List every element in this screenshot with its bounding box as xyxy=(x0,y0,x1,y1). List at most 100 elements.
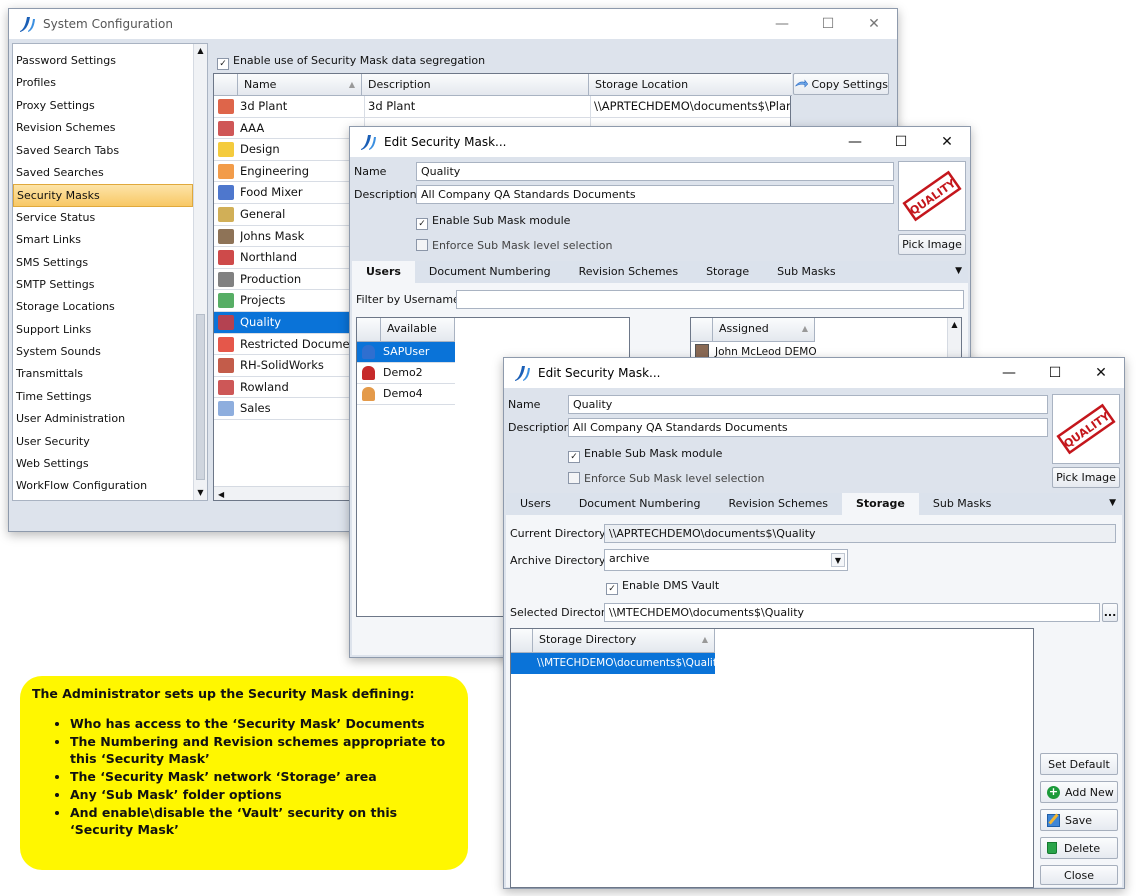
grid-corner xyxy=(214,74,238,96)
enforce-sub-mask-checkbox[interactable]: Enforce Sub Mask level selection xyxy=(416,239,612,252)
scroll-up-arrow-icon[interactable]: ▲ xyxy=(948,318,961,332)
column-header-assigned[interactable]: Assigned ▲ xyxy=(713,318,815,342)
enable-dms-vault-checkbox[interactable]: ✓ Enable DMS Vault xyxy=(606,579,719,595)
sidebar-scrollbar[interactable]: ▲ ▼ xyxy=(193,44,207,500)
selected-directory-field[interactable]: \\MTECHDEMO\documents$\Quality xyxy=(604,603,1100,622)
sidebar-item-sms-settings[interactable]: SMS Settings xyxy=(13,252,193,274)
sidebar-item-time-settings[interactable]: Time Settings xyxy=(13,386,193,408)
name-field[interactable]: Quality xyxy=(416,162,894,181)
edit-mask-storage-titlebar[interactable]: Edit Security Mask... — ☐ ✕ xyxy=(504,358,1124,388)
checkbox-check-icon[interactable]: ✓ xyxy=(416,218,428,230)
sidebar-item-transmittals[interactable]: Transmittals xyxy=(13,363,193,385)
list-item[interactable]: Demo4 xyxy=(357,384,455,405)
sidebar-item-service-status[interactable]: Service Status xyxy=(13,207,193,229)
sort-ascending-icon: ▲ xyxy=(348,80,355,89)
tab-revision-schemes[interactable]: Revision Schemes xyxy=(565,261,692,283)
maximize-button[interactable]: ☐ xyxy=(878,127,924,157)
list-item[interactable]: Demo2 xyxy=(357,363,455,384)
user-name: Demo2 xyxy=(383,366,423,379)
sidebar-item-profiles[interactable]: Profiles xyxy=(13,72,193,94)
enforce-sub-mask-checkbox[interactable]: Enforce Sub Mask level selection xyxy=(568,472,764,485)
set-default-button[interactable]: Set Default xyxy=(1040,753,1118,775)
sidebar-item-saved-searches[interactable]: Saved Searches xyxy=(13,162,193,184)
mask-name-cell: AAA xyxy=(240,120,265,135)
save-button[interactable]: Save xyxy=(1040,809,1118,831)
enable-sub-mask-checkbox[interactable]: ✓ Enable Sub Mask module xyxy=(416,214,570,230)
tab-revision-schemes[interactable]: Revision Schemes xyxy=(715,493,842,515)
column-header-storage-location[interactable]: Storage Location xyxy=(589,74,792,96)
enable-security-mask-checkbox[interactable]: ✓ Enable use of Security Mask data segreg… xyxy=(217,54,485,70)
sidebar-item-smtp-settings[interactable]: SMTP Settings xyxy=(13,274,193,296)
name-field[interactable]: Quality xyxy=(568,395,1048,414)
scroll-up-arrow-icon[interactable]: ▲ xyxy=(194,44,207,58)
sidebar-item-support-links[interactable]: Support Links xyxy=(13,319,193,341)
checkbox-empty-icon[interactable] xyxy=(568,472,580,484)
table-row[interactable]: \\MTECHDEMO\documents$\Quality xyxy=(511,653,723,674)
close-button[interactable]: ✕ xyxy=(924,127,970,157)
enable-sub-mask-checkbox[interactable]: ✓ Enable Sub Mask module xyxy=(568,447,722,463)
add-new-button[interactable]: + Add New xyxy=(1040,781,1118,803)
close-button[interactable]: ✕ xyxy=(851,9,897,39)
tab-document-numbering[interactable]: Document Numbering xyxy=(565,493,715,515)
checkbox-check-icon[interactable]: ✓ xyxy=(217,58,229,70)
archive-directory-select[interactable]: archive ▼ xyxy=(604,549,848,571)
minimize-button[interactable]: — xyxy=(832,127,878,157)
scroll-left-arrow-icon[interactable]: ◀ xyxy=(218,490,224,499)
sidebar-item-password-settings[interactable]: Password Settings xyxy=(13,50,193,72)
user-name: Demo4 xyxy=(383,387,423,400)
tab-storage[interactable]: Storage xyxy=(692,261,763,283)
sidebar-item-storage-locations[interactable]: Storage Locations xyxy=(13,296,193,318)
sidebar-item-user-administration[interactable]: User Administration xyxy=(13,408,193,430)
delete-button[interactable]: Delete xyxy=(1040,837,1118,859)
tab-users[interactable]: Users xyxy=(506,493,565,515)
tab-overflow-arrow-icon[interactable]: ▼ xyxy=(1109,498,1116,508)
maximize-button[interactable]: ☐ xyxy=(1032,358,1078,388)
column-header-name[interactable]: Name ▲ xyxy=(238,74,362,96)
sidebar-item-saved-search-tabs[interactable]: Saved Search Tabs xyxy=(13,140,193,162)
checkbox-empty-icon[interactable] xyxy=(416,239,428,251)
pick-image-button[interactable]: Pick Image xyxy=(1052,467,1120,488)
system-configuration-titlebar[interactable]: System Configuration — ☐ ✕ xyxy=(9,9,897,39)
dropdown-arrow-icon[interactable]: ▼ xyxy=(831,553,845,567)
filter-by-username-input[interactable] xyxy=(456,290,964,309)
tab-users[interactable]: Users xyxy=(352,261,415,283)
copy-settings-button[interactable]: Copy Settings xyxy=(793,73,889,95)
minimize-button[interactable]: — xyxy=(759,9,805,39)
tab-sub-masks[interactable]: Sub Masks xyxy=(763,261,850,283)
maximize-button[interactable]: ☐ xyxy=(805,9,851,39)
table-row[interactable]: 3d Plant 3d Plant \\APRTECHDEMO\documents$… xyxy=(214,96,790,118)
checkbox-check-icon[interactable]: ✓ xyxy=(568,451,580,463)
column-header-available[interactable]: Available xyxy=(381,318,455,342)
description-field[interactable]: All Company QA Standards Documents xyxy=(416,185,894,204)
column-header-storage-directory[interactable]: Storage Directory ▲ xyxy=(533,629,715,653)
minimize-button[interactable]: — xyxy=(986,358,1032,388)
tab-overflow-arrow-icon[interactable]: ▼ xyxy=(955,266,962,276)
sidebar-item-revision-schemes[interactable]: Revision Schemes xyxy=(13,117,193,139)
sidebar-item-system-sounds[interactable]: System Sounds xyxy=(13,341,193,363)
tab-sub-masks[interactable]: Sub Masks xyxy=(919,493,1006,515)
column-header-description[interactable]: Description xyxy=(362,74,589,96)
description-field[interactable]: All Company QA Standards Documents xyxy=(568,418,1048,437)
current-directory-field: \\APRTECHDEMO\documents$\Quality xyxy=(604,524,1116,543)
pick-image-button[interactable]: Pick Image xyxy=(898,234,966,255)
tab-storage[interactable]: Storage xyxy=(841,493,919,515)
tab-document-numbering[interactable]: Document Numbering xyxy=(415,261,565,283)
edit-mask-users-titlebar[interactable]: Edit Security Mask... — ☐ ✕ xyxy=(350,127,970,157)
sidebar-item-workflow-configuration[interactable]: WorkFlow Configuration xyxy=(13,475,193,497)
sidebar-item-proxy-settings[interactable]: Proxy Settings xyxy=(13,95,193,117)
close-button[interactable]: ✕ xyxy=(1078,358,1124,388)
mask-description-cell: 3d Plant xyxy=(364,96,588,117)
mask-name-cell: Restricted Document xyxy=(240,336,360,351)
sidebar-item-web-settings[interactable]: Web Settings xyxy=(13,453,193,475)
browse-directory-button[interactable]: ... xyxy=(1102,603,1118,622)
mask-icon xyxy=(218,185,234,201)
checkbox-check-icon[interactable]: ✓ xyxy=(606,583,618,595)
sidebar-item-security-masks[interactable]: Security Masks xyxy=(13,184,193,207)
close-dialog-button[interactable]: Close xyxy=(1040,865,1118,885)
scroll-down-arrow-icon[interactable]: ▼ xyxy=(194,486,207,500)
list-item[interactable]: SAPUser xyxy=(357,342,455,363)
sidebar-item-smart-links[interactable]: Smart Links xyxy=(13,229,193,251)
sort-ascending-icon: ▲ xyxy=(701,635,708,644)
sidebar-item-user-security[interactable]: User Security xyxy=(13,431,193,453)
scroll-thumb[interactable] xyxy=(196,314,205,480)
